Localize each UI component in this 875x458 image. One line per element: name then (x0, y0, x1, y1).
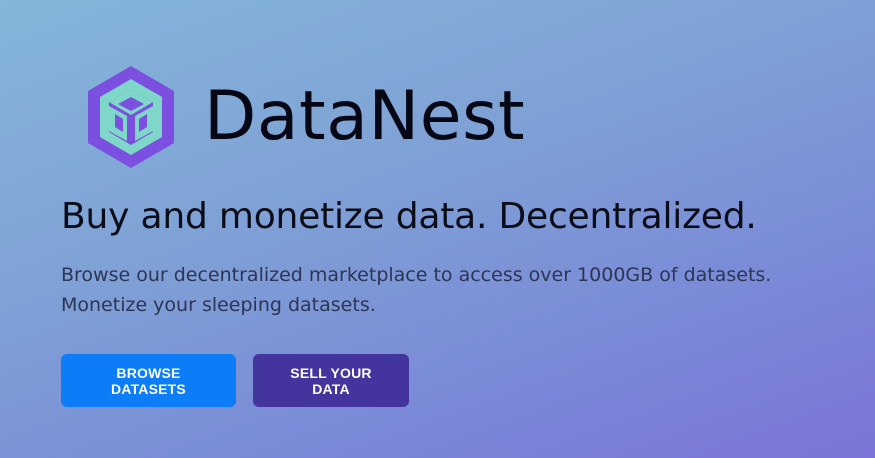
sell-your-data-button[interactable]: SELL YOUR DATA (253, 354, 409, 407)
hero-description-line-1: Browse our decentralized marketplace to … (61, 264, 772, 286)
brand-header: DataNest (82, 62, 525, 172)
hero-headline: Buy and monetize data. Decentralized. (61, 196, 757, 237)
brand-name: DataNest (204, 77, 526, 156)
hero-description-line-2: Monetize your sleeping datasets. (61, 294, 376, 316)
hero-description: Browse our decentralized marketplace to … (61, 260, 841, 320)
hero-actions: BROWSE DATASETS SELL YOUR DATA (61, 354, 409, 407)
hero-section: DataNest Buy and monetize data. Decentra… (0, 0, 875, 458)
browse-datasets-button[interactable]: BROWSE DATASETS (61, 354, 236, 407)
cube-logo-icon (88, 66, 174, 168)
